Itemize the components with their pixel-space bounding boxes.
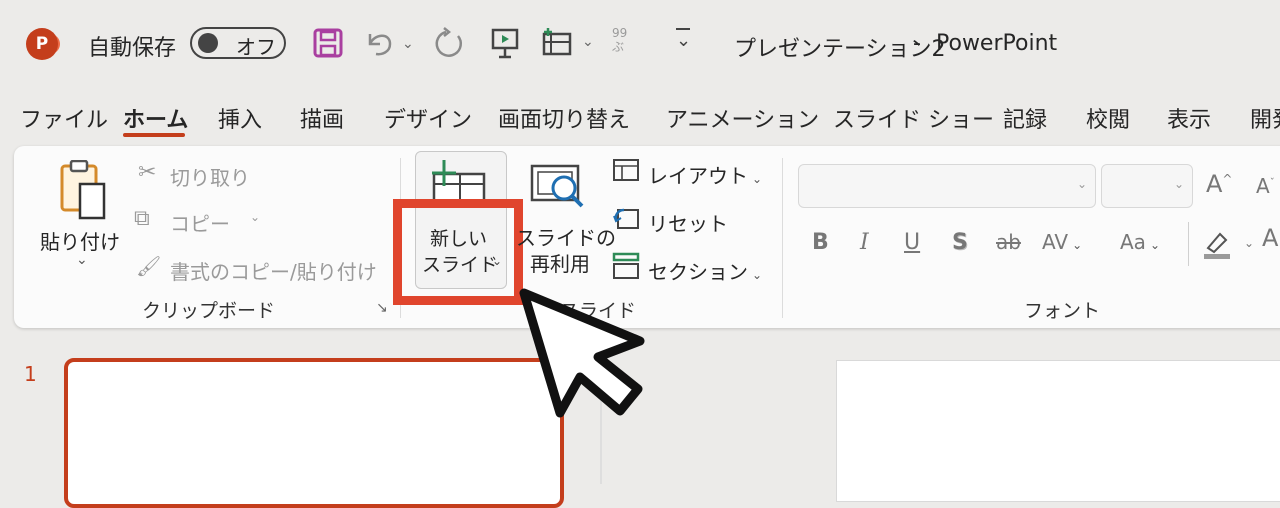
group-separator [782,158,783,318]
tab-developer[interactable]: 開発 [1250,102,1280,134]
customize-quick-access-icon[interactable]: ⌄ [676,30,691,51]
copy-dropdown-chevron-icon[interactable]: ⌄ [250,210,260,224]
layout-dropdown-chevron-icon[interactable]: ⌄ [582,34,594,50]
reuse-slides-label-line1[interactable]: スライドの [516,222,616,251]
clipboard-dialog-launcher-icon[interactable]: ↘ [376,300,388,316]
cut-button[interactable]: 切り取り [170,162,250,191]
tab-draw[interactable]: 描画 [300,102,344,134]
app-name: PowerPoint [936,31,1058,56]
autosave-toggle[interactable]: オフ [190,27,286,59]
tab-animations[interactable]: アニメーション [666,102,819,134]
reset-button[interactable]: リセット [648,208,728,237]
text-shadow-button[interactable]: S [952,230,968,255]
character-spacing-button[interactable]: AV ⌄ [1042,230,1082,254]
tab-view[interactable]: 表示 [1167,102,1211,134]
shrink-font-button[interactable]: Aˇ [1256,174,1275,198]
section-icon[interactable] [612,252,640,280]
tab-transitions[interactable]: 画面切り替え [498,102,630,134]
change-case-button[interactable]: Aa ⌄ [1120,230,1160,254]
italic-button[interactable]: I [860,230,869,255]
copy-button[interactable]: コピー [170,208,230,237]
highlight-color-icon[interactable] [1202,228,1232,260]
tab-slideshow[interactable]: スライド ショー [833,102,994,134]
paste-icon[interactable] [58,160,108,222]
layout-button[interactable]: レイアウト ⌄ [648,160,762,189]
section-button[interactable]: セクション ⌄ [648,256,762,285]
redo-icon[interactable] [432,26,466,60]
pinyin-icon[interactable]: 99 ぶ [612,26,646,60]
format-painter-button[interactable]: 書式のコピー/貼り付け [170,256,377,285]
mouse-pointer-icon [519,288,645,418]
layout-icon[interactable] [542,28,574,58]
grow-font-button[interactable]: A^ [1206,170,1232,198]
undo-dropdown-chevron-icon[interactable]: ⌄ [402,36,414,52]
reset-icon[interactable] [612,206,640,232]
save-icon[interactable] [313,28,343,58]
highlight-color-chevron-icon[interactable]: ⌄ [1244,236,1254,250]
font-color-icon[interactable]: A [1262,224,1278,252]
tab-record[interactable]: 記録 [1003,102,1047,134]
reuse-slides-label-line2[interactable]: 再利用 [530,248,590,277]
font-name-combo[interactable]: ⌄ [798,164,1096,208]
cut-icon[interactable]: ✂ [138,160,156,185]
title-separator: - [913,31,921,56]
paste-dropdown-chevron-icon[interactable]: ⌄ [76,252,88,268]
font-group-label: フォント [1024,300,1101,322]
clipboard-group-label: クリップボード [142,300,276,322]
format-painter-icon[interactable]: 🖌 [136,254,161,278]
customize-bar-icon [676,28,690,30]
layout-icon[interactable] [612,158,640,182]
underline-button[interactable]: U [904,230,920,255]
undo-icon[interactable] [364,28,398,58]
tab-design[interactable]: デザイン [384,102,472,134]
font-size-chevron-icon: ⌄ [1173,177,1184,191]
slide-thumbnail[interactable] [64,358,564,508]
active-tab-indicator [123,133,185,137]
powerpoint-logo-icon: P [26,28,60,60]
autosave-label: 自動保存 [88,36,177,61]
tab-file[interactable]: ファイル [20,102,108,134]
font-size-combo[interactable]: ⌄ [1101,164,1193,208]
title-bar: P 自動保存 オフ ⌄ ⌄ 99 ぶ ⌄ プレゼンテーション2 - PowerPo… [0,0,1280,88]
reuse-slides-icon[interactable] [528,162,588,216]
toggle-knob [198,33,218,53]
strikethrough-button[interactable]: ab [996,230,1021,254]
bold-button[interactable]: B [812,230,829,255]
tab-review[interactable]: 校閲 [1086,102,1130,134]
present-icon[interactable] [490,27,520,59]
font-separator [1188,222,1189,266]
slide-number: 1 [24,362,37,386]
tab-home[interactable]: ホーム [123,102,188,134]
copy-icon[interactable]: ⧉ [134,206,150,231]
paste-label[interactable]: 貼り付け [40,226,120,255]
font-name-chevron-icon: ⌄ [1076,177,1087,191]
slide-canvas[interactable] [836,360,1280,502]
autosave-state: オフ [236,35,276,59]
tab-insert[interactable]: 挿入 [218,102,262,134]
new-slide-icon [432,160,486,204]
